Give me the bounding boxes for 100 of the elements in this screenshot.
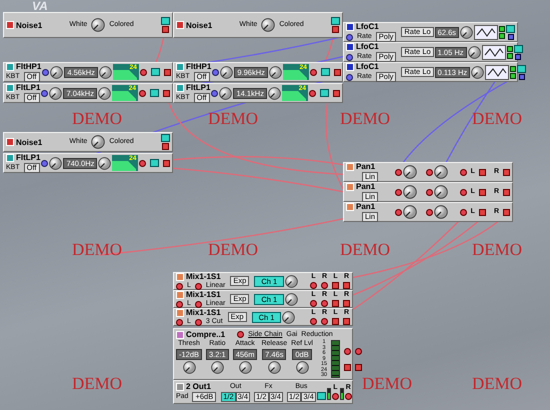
input-jack[interactable] [395,188,402,196]
led-icon [506,46,513,52]
module-menu-icon[interactable] [176,21,184,29]
knob[interactable] [268,86,281,100]
knob[interactable] [468,46,481,58]
knob[interactable] [282,310,296,324]
output-jack[interactable] [163,160,170,166]
output-jack[interactable] [478,188,486,196]
input-jack[interactable] [309,90,316,96]
demo-watermark: DEMO [340,110,390,127]
knob[interactable] [268,66,282,78]
module-title: Noise1 [186,20,212,30]
input-jack[interactable] [139,160,146,166]
demo-watermark: DEMO [72,110,122,127]
knob[interactable] [98,156,112,170]
output-jack[interactable] [503,168,510,176]
output-jack[interactable] [503,208,510,216]
level-meter [340,388,344,400]
demo-watermark: DEMO [472,241,522,258]
module-menu-icon[interactable] [346,42,354,50]
input-jack[interactable] [395,168,402,176]
module-title: Noise1 [16,20,42,30]
knob[interactable] [98,86,111,100]
input-jack[interactable] [176,282,183,290]
input-jack[interactable] [346,74,353,80]
module-title: FltHP1 [186,62,212,71]
knob[interactable] [210,361,224,374]
input-jack[interactable] [346,34,353,40]
module-title: FltLP1 [186,83,210,92]
input-jack[interactable] [426,188,434,196]
knob[interactable] [268,361,281,374]
input-jack[interactable] [140,68,147,76]
input-jack[interactable] [194,318,202,326]
module-title: Compre..1 [186,330,226,339]
knob[interactable] [91,135,106,149]
knob[interactable] [285,274,298,288]
output-jack[interactable] [478,208,486,216]
input-jack[interactable] [41,90,48,96]
input-jack[interactable] [41,160,48,166]
input-jack[interactable] [395,208,402,216]
knob[interactable] [220,66,234,78]
knob[interactable] [261,18,276,32]
knob[interactable] [91,18,106,32]
knob[interactable] [434,205,448,219]
led-icon [510,66,516,72]
module-title: Pan1 [356,182,376,191]
module-menu-icon[interactable] [346,62,354,70]
module-title: FltLP1 [16,153,40,162]
output-jack[interactable] [164,68,171,76]
input-jack[interactable] [237,331,244,338]
knob[interactable] [434,185,448,199]
module-menu-icon[interactable] [6,21,14,29]
knob[interactable] [238,361,252,374]
input-jack[interactable] [176,318,183,326]
knob[interactable] [434,165,448,179]
knob[interactable] [219,86,232,100]
knob[interactable] [403,165,418,179]
knob[interactable] [182,361,196,374]
knob[interactable] [49,156,62,170]
knob[interactable] [471,66,484,78]
knob[interactable] [460,26,474,38]
knob[interactable] [49,86,62,100]
input-jack[interactable] [460,188,467,196]
demo-watermark: DEMO [472,110,522,127]
demo-watermark: DEMO [208,110,258,127]
module-title: LfoC1 [356,42,379,51]
input-jack[interactable] [194,300,202,308]
input-jack[interactable] [426,208,434,216]
module-title: Pan1 [356,162,376,171]
knob[interactable] [296,361,309,374]
output-jack[interactable] [334,68,341,76]
led-icon [499,26,506,32]
input-jack[interactable] [460,208,467,216]
output-jack[interactable] [503,188,510,196]
knob[interactable] [403,205,418,219]
knob[interactable] [403,185,418,199]
demo-watermark: DEMO [208,241,258,258]
input-jack[interactable] [212,68,220,76]
module-menu-icon[interactable] [346,22,354,30]
module-title: Noise1 [16,138,42,146]
output-jack[interactable] [163,90,170,96]
input-jack[interactable] [176,300,183,308]
input-jack[interactable] [194,282,202,290]
level-meter [326,388,331,400]
input-jack[interactable] [310,68,317,76]
gain-reduction-meter [331,340,340,378]
demo-watermark: DEMO [72,241,122,258]
knob[interactable] [98,66,112,78]
input-jack[interactable] [139,90,146,96]
input-jack[interactable] [460,168,467,176]
input-jack[interactable] [211,90,218,96]
input-jack[interactable] [42,68,50,76]
output-jack[interactable] [478,168,486,176]
output-jack[interactable] [333,90,340,96]
input-jack[interactable] [346,54,353,60]
knob[interactable] [50,66,64,78]
input-jack[interactable] [426,168,434,176]
module-title: Mix1-1S1 [186,272,221,281]
demo-watermark: DEMO [362,375,412,392]
knob[interactable] [285,292,298,306]
